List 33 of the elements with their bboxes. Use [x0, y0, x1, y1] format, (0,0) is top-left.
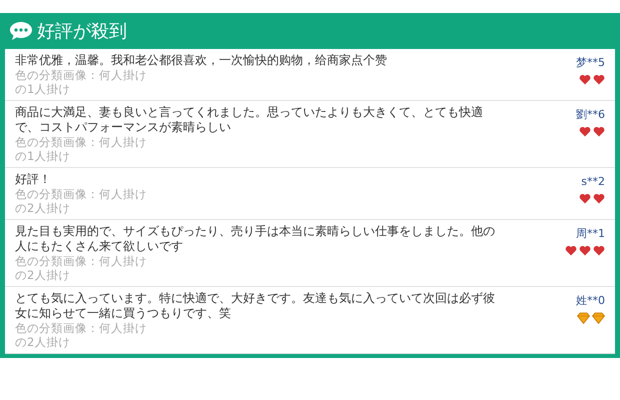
variant-value: の1人掛け	[15, 149, 72, 163]
heart-icon	[579, 192, 591, 204]
variant-value: の1人掛け	[15, 82, 72, 96]
heart-icon	[593, 74, 605, 84]
heart-icon	[593, 126, 605, 136]
review-text: とても気に入っています。特に快適で、大好きです。友達も気に入っていて次回は必ず彼女に知らせて一緒に買うつもりです、笑	[15, 291, 495, 321]
user-name: s**2	[581, 174, 605, 190]
review-text: 見た目も実用的で、サイズもぴったり、売り手は本当に素晴らしい仕事をしました。他の人にもたくさん来て欲しいです	[15, 224, 495, 254]
heart-icon	[593, 192, 605, 204]
variant-label: 色の分類画像：何人掛け	[15, 321, 148, 335]
variant-value: の2人掛け	[15, 268, 72, 282]
variant-label: 色の分類画像：何人掛け	[15, 68, 148, 82]
variant-label: 色の分類画像：何人掛け	[15, 135, 148, 149]
heart-icon	[593, 244, 605, 256]
review-text: 非常优雅，温馨。我和老公都很喜欢，一次愉快的购物，给商家点个赞	[15, 53, 388, 68]
user-name: 周**1	[576, 226, 605, 242]
heart-icon	[565, 244, 577, 256]
diamond-icon	[592, 312, 605, 324]
chat-bubble-icon	[9, 21, 33, 41]
variant-label: 色の分類画像：何人掛け	[15, 254, 148, 268]
heart-icon	[579, 126, 591, 136]
heart-icon	[579, 244, 591, 256]
review-text: 商品に大満足、妻も良いと言ってくれました。思っていたよりも大きくて、とても快適で、コストパフォーマンスが素晴らしい	[15, 105, 484, 135]
review-text: 好評！	[15, 172, 52, 187]
user-name: 梦**5	[576, 55, 605, 71]
variant-value: の2人掛け	[15, 335, 72, 349]
user-name: 姓**0	[576, 293, 605, 309]
section-title: 好評が殺到	[37, 20, 127, 44]
user-name: 劉**6	[576, 107, 605, 123]
variant-label: 色の分類画像：何人掛け	[15, 187, 148, 201]
heart-icon	[579, 74, 591, 84]
variant-value: の2人掛け	[15, 201, 72, 215]
diamond-icon	[577, 312, 590, 324]
